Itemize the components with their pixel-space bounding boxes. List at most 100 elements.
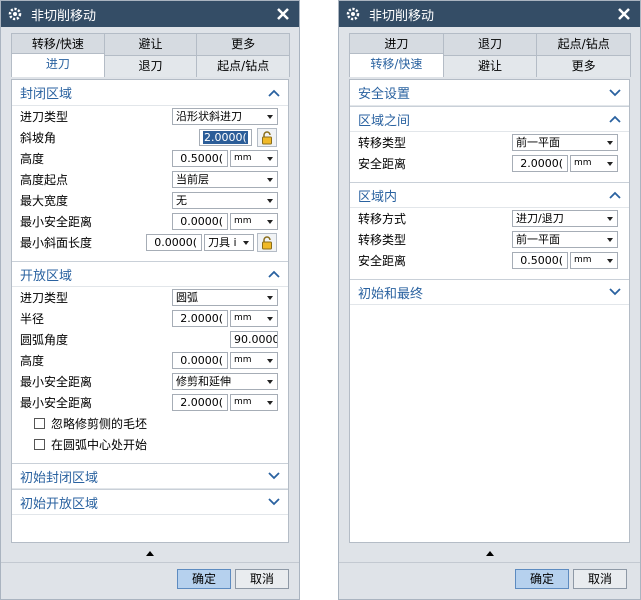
tab-row-back: 进刀 退刀 起点/钻点 xyxy=(349,33,632,55)
field-label: 转移类型 xyxy=(358,136,407,150)
field-label: 圆弧角度 xyxy=(20,333,69,347)
open-min-clearance-unit-dropdown[interactable]: mm xyxy=(230,394,278,411)
lock-button[interactable] xyxy=(257,128,277,147)
tab-row-front: 进刀 退刀 起点/钻点 xyxy=(11,53,291,77)
chevron-up-icon[interactable] xyxy=(609,114,621,124)
radius-input[interactable]: 2.0000( xyxy=(172,310,228,327)
height-input[interactable]: 0.5000( xyxy=(172,150,228,167)
field-label: 高度 xyxy=(20,354,45,368)
section-initial-and-final[interactable]: 初始和最终 xyxy=(350,279,629,305)
section-open-area[interactable]: 开放区域 xyxy=(12,261,288,287)
field-label: 半径 xyxy=(20,312,45,326)
min-ramp-length-unit-dropdown[interactable]: 刀具 i xyxy=(204,234,254,251)
open-height-input[interactable]: 0.0000( xyxy=(172,352,228,369)
chevron-up-icon[interactable] xyxy=(268,269,280,279)
row-ramp-angle: 斜坡角 2.0000( xyxy=(12,127,288,148)
row-arc-angle: 圆弧角度 90.0000 xyxy=(12,329,288,350)
section-title: 初始和最终 xyxy=(358,286,424,302)
open-height-unit-dropdown[interactable]: mm xyxy=(230,352,278,369)
tab-panel-engage: 封闭区域 进刀类型 沿形状斜进刀 斜坡角 2.0000( 高度 0.5000( … xyxy=(11,79,289,543)
ramp-angle-input[interactable]: 2.0000( xyxy=(199,129,252,146)
field-label: 高度起点 xyxy=(20,173,69,187)
start-at-arc-center-checkbox[interactable]: 在圆弧中心处开始 xyxy=(12,434,288,455)
ok-button[interactable]: 确定 xyxy=(515,569,569,589)
chevron-down-icon[interactable] xyxy=(268,471,280,481)
radius-unit-dropdown[interactable]: mm xyxy=(230,310,278,327)
gear-icon xyxy=(8,7,22,21)
field-label: 最小安全距离 xyxy=(20,396,93,410)
section-initial-closed-area[interactable]: 初始封闭区域 xyxy=(12,463,288,489)
section-title: 开放区域 xyxy=(20,268,73,284)
tab-transfer-rapid[interactable]: 转移/快速 xyxy=(349,53,444,77)
tab-retract[interactable]: 退刀 xyxy=(442,33,538,55)
close-icon[interactable] xyxy=(614,4,634,24)
chevron-down-icon[interactable] xyxy=(268,497,280,507)
tab-avoidance[interactable]: 避让 xyxy=(442,55,538,77)
checkbox-box[interactable] xyxy=(34,418,45,429)
section-title: 区域内 xyxy=(358,189,398,205)
chevron-up-icon[interactable] xyxy=(609,190,621,200)
chevron-down-icon[interactable] xyxy=(609,287,621,297)
min-ramp-length-input[interactable]: 0.0000( xyxy=(146,234,202,251)
height-unit-dropdown[interactable]: mm xyxy=(230,150,278,167)
footer-divider xyxy=(339,562,640,563)
non-cutting-moves-dialog-left: 非切削移动 转移/快速 避让 更多 进刀 退刀 起点/钻点 封闭区域 进刀类型 … xyxy=(0,0,300,600)
cancel-button[interactable]: 取消 xyxy=(235,569,289,589)
triangle-up-icon[interactable] xyxy=(145,549,155,557)
chevron-down-icon[interactable] xyxy=(609,88,621,98)
field-label: 安全距离 xyxy=(358,157,407,171)
lock-button[interactable] xyxy=(257,233,277,252)
min-clearance-unit-dropdown[interactable]: mm xyxy=(230,213,278,230)
section-safety-settings[interactable]: 安全设置 xyxy=(350,80,629,106)
field-label: 斜坡角 xyxy=(20,131,57,145)
min-clearance-input[interactable]: 0.0000( xyxy=(172,213,228,230)
arc-angle-input[interactable]: 90.0000 xyxy=(230,331,278,348)
tab-panel-transfer-rapid: 安全设置 区域之间 转移类型 前一平面 安全距离 2.0000( mm 区域内 … xyxy=(349,79,630,543)
between-clearance-input[interactable]: 2.0000( xyxy=(512,155,568,172)
row-open-min-clearance-mode: 最小安全距离 修剪和延伸 xyxy=(12,371,288,392)
open-min-clearance-input[interactable]: 2.0000( xyxy=(172,394,228,411)
section-within-regions[interactable]: 区域内 xyxy=(350,182,629,208)
between-clearance-unit-dropdown[interactable]: mm xyxy=(570,155,618,172)
engage-type-dropdown[interactable]: 沿形状斜进刀 xyxy=(172,108,278,125)
tab-more[interactable]: 更多 xyxy=(196,33,291,55)
tab-retract[interactable]: 退刀 xyxy=(103,55,198,77)
max-width-dropdown[interactable]: 无 xyxy=(172,192,278,209)
tab-avoidance[interactable]: 避让 xyxy=(103,33,198,55)
tab-more[interactable]: 更多 xyxy=(536,55,632,77)
ok-button[interactable]: 确定 xyxy=(177,569,231,589)
checkbox-box[interactable] xyxy=(34,439,45,450)
tab-start-drill-points[interactable]: 起点/钻点 xyxy=(196,55,291,77)
row-height: 高度 0.5000( mm xyxy=(12,148,288,169)
close-icon[interactable] xyxy=(273,4,293,24)
within-transfer-using-dropdown[interactable]: 进刀/退刀 xyxy=(512,210,618,227)
collapse-toggle[interactable] xyxy=(1,549,299,559)
dialog-title: 非切削移动 xyxy=(369,8,435,24)
tab-row-front: 转移/快速 避让 更多 xyxy=(349,53,632,77)
open-engage-type-dropdown[interactable]: 圆弧 xyxy=(172,289,278,306)
tab-transfer-rapid[interactable]: 转移/快速 xyxy=(11,33,105,55)
row-min-clearance: 最小安全距离 0.0000( mm xyxy=(12,211,288,232)
within-transfer-type-dropdown[interactable]: 前一平面 xyxy=(512,231,618,248)
within-clearance-input[interactable]: 0.5000( xyxy=(512,252,568,269)
cancel-button[interactable]: 取消 xyxy=(573,569,627,589)
row-between-clearance: 安全距离 2.0000( mm xyxy=(350,153,629,174)
section-between-regions[interactable]: 区域之间 xyxy=(350,106,629,132)
section-title: 区域之间 xyxy=(358,113,411,129)
tab-engage[interactable]: 进刀 xyxy=(349,33,444,55)
ignore-trimmed-blank-checkbox[interactable]: 忽略修剪侧的毛坯 xyxy=(12,413,288,434)
chevron-up-icon[interactable] xyxy=(268,88,280,98)
min-clearance-mode-dropdown[interactable]: 修剪和延伸 xyxy=(172,373,278,390)
tab-engage[interactable]: 进刀 xyxy=(11,53,105,77)
lock-icon xyxy=(262,235,272,249)
tab-start-drill-points[interactable]: 起点/钻点 xyxy=(536,33,632,55)
within-clearance-unit-dropdown[interactable]: mm xyxy=(570,252,618,269)
section-initial-open-area[interactable]: 初始开放区域 xyxy=(12,489,288,515)
between-transfer-type-dropdown[interactable]: 前一平面 xyxy=(512,134,618,151)
section-closed-area[interactable]: 封闭区域 xyxy=(12,80,288,106)
collapse-toggle[interactable] xyxy=(339,549,640,559)
tab-strip: 转移/快速 避让 更多 进刀 退刀 起点/钻点 xyxy=(11,33,291,77)
triangle-up-icon[interactable] xyxy=(485,549,495,557)
row-open-min-clearance: 最小安全距离 2.0000( mm xyxy=(12,392,288,413)
height-from-dropdown[interactable]: 当前层 xyxy=(172,171,278,188)
